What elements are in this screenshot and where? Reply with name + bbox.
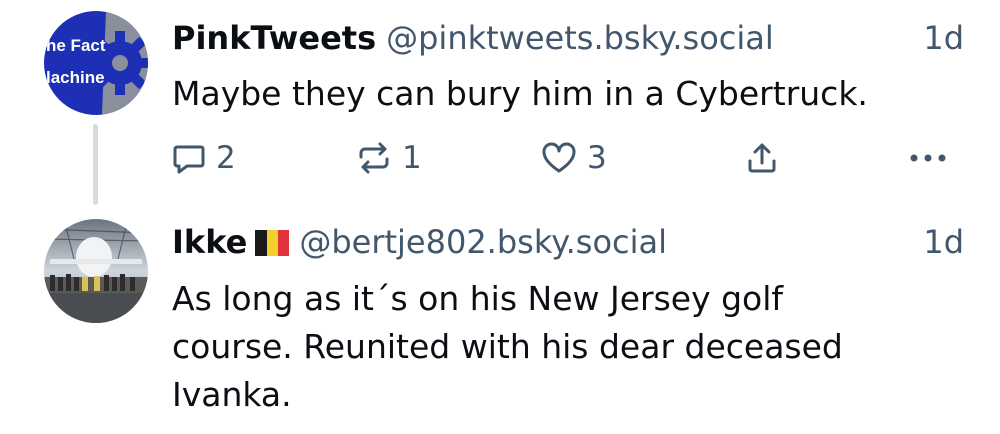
avatar-text-line2: lachine — [46, 68, 105, 87]
share-icon — [748, 143, 776, 173]
more-button[interactable] — [908, 132, 948, 184]
repost-icon — [359, 142, 389, 174]
post-actions: 2 1 3 — [0, 132, 1000, 184]
reply-icon — [173, 145, 205, 174]
share-button[interactable] — [745, 132, 779, 184]
post-text-line: Ivanka. — [172, 375, 292, 414]
repost-count: 1 — [402, 140, 422, 176]
post[interactable]: he Fact lachine PinkTweets @pinktweets.bs… — [0, 0, 1000, 205]
post-time[interactable]: 1d — [923, 220, 964, 264]
post-header: PinkTweets @pinktweets.bsky.social 1d — [172, 16, 1000, 60]
more-icon — [910, 154, 946, 162]
repost-button[interactable]: 1 — [356, 132, 422, 184]
like-button[interactable]: 3 — [541, 132, 607, 184]
airplane-hangar-avatar-image — [44, 219, 148, 323]
post-text: As long as it´s on his New Jersey golf c… — [172, 275, 952, 419]
author-handle[interactable]: @pinktweets.bsky.social — [386, 19, 774, 57]
reply-count: 2 — [216, 140, 236, 176]
post-text: Maybe they can bury him in a Cybertruck. — [172, 74, 868, 113]
like-icon — [542, 142, 576, 173]
author-handle[interactable]: @bertje802.bsky.social — [299, 223, 667, 261]
author-name[interactable]: PinkTweets — [172, 19, 376, 57]
avatar-text-line1: he Fact — [46, 36, 106, 55]
reply-button[interactable]: 2 — [172, 132, 236, 184]
avatar[interactable]: he Fact lachine — [44, 11, 148, 115]
post-header: Ikke @bertje802.bsky.social 1d — [172, 220, 1000, 264]
fact-machine-avatar-image: he Fact lachine — [44, 11, 148, 115]
avatar[interactable] — [44, 219, 148, 323]
like-count: 3 — [587, 140, 607, 176]
post-text-line: course. Reunited with his dear deceased — [172, 327, 843, 366]
post-time[interactable]: 1d — [923, 16, 964, 60]
post[interactable]: Ikke @bertje802.bsky.social 1d As long as… — [0, 205, 1000, 434]
post-text-line: As long as it´s on his New Jersey golf — [172, 279, 784, 318]
belgium-flag-icon — [255, 223, 290, 256]
author-name[interactable]: Ikke — [172, 223, 247, 261]
